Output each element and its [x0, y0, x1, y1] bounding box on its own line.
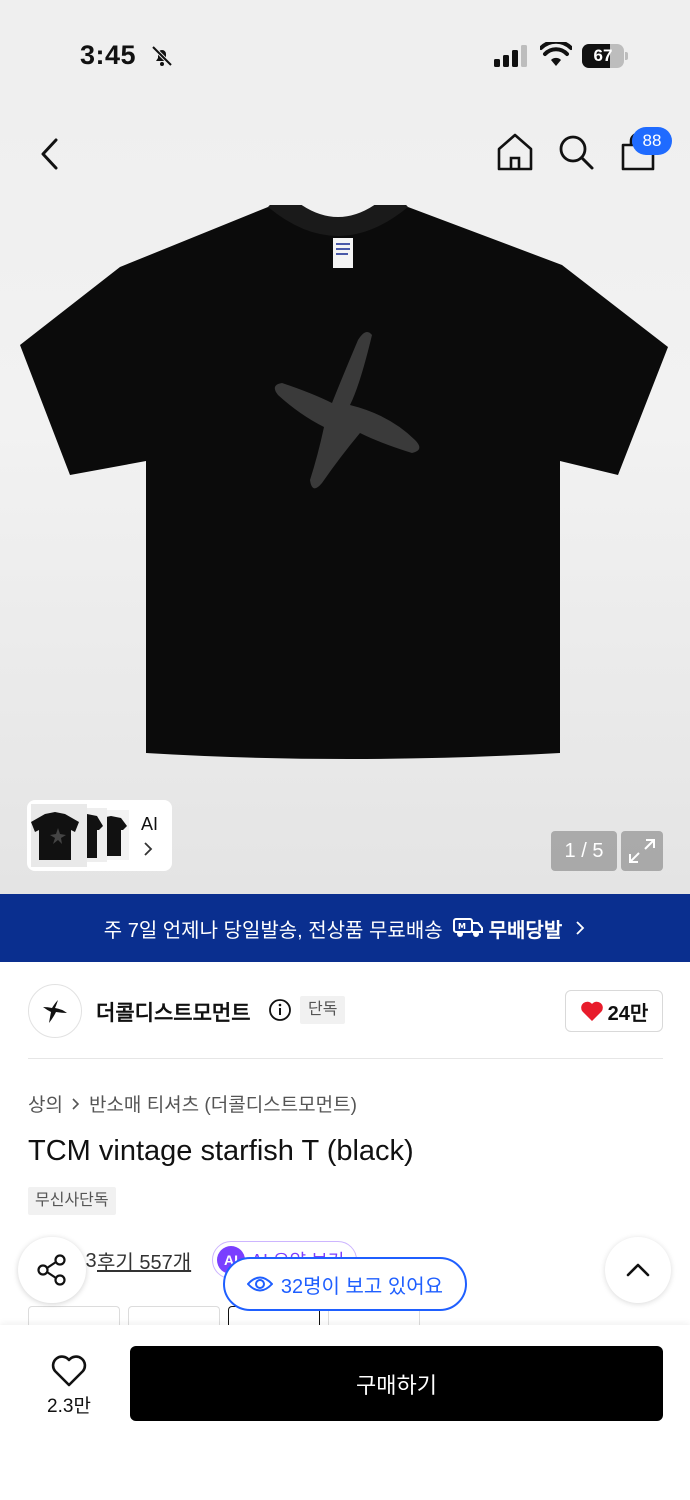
product-image[interactable]	[20, 205, 670, 760]
wishlist-button[interactable]: 2.3만	[30, 1347, 108, 1425]
thumbnail-images	[31, 804, 129, 867]
image-counter: 1 / 5	[551, 831, 617, 871]
exclusive-badge: 단독	[300, 996, 346, 1024]
expand-button[interactable]	[621, 831, 663, 871]
eye-icon	[246, 1276, 273, 1292]
cellular-signal-icon	[494, 45, 527, 67]
banner-service-name: 무배당발	[488, 919, 563, 942]
battery-indicator: 67	[582, 44, 628, 68]
buy-button[interactable]: 구매하기	[130, 1346, 663, 1421]
wishlist-count: 2.3만	[47, 1395, 91, 1417]
banner-service: M 무배당발	[452, 914, 563, 943]
store-badge: 무신사단독	[28, 1187, 116, 1215]
heart-outline-icon	[51, 1354, 87, 1386]
share-icon	[37, 1254, 66, 1286]
chevron-right-icon	[72, 1097, 80, 1110]
product-gallery[interactable]: 88 AI 1 / 5	[0, 110, 690, 894]
expand-icon	[629, 839, 655, 863]
breadcrumb: 상의 반소매 티셔츠 (더콜디스트모먼트)	[28, 1090, 357, 1117]
scroll-to-top-button[interactable]	[605, 1237, 671, 1303]
search-button[interactable]	[554, 130, 598, 174]
home-icon	[497, 133, 533, 171]
thumbnail-ai-label: AI	[141, 814, 159, 834]
starfish-logo-icon	[43, 1000, 67, 1023]
viewers-count-pill: 32명이 보고 있어요	[223, 1257, 467, 1311]
bell-muted-icon	[151, 45, 173, 67]
cart-count-badge: 88	[632, 127, 672, 155]
search-icon	[559, 135, 594, 170]
product-title: TCM vintage starfish T (black)	[28, 1135, 414, 1167]
status-time: 3:45	[80, 40, 137, 70]
status-bar: 3:45 67	[0, 0, 690, 110]
delivery-truck-icon: M	[452, 918, 483, 937]
bottom-action-bar: 2.3만 구매하기	[0, 1325, 690, 1500]
chevron-left-icon	[41, 138, 58, 170]
breadcrumb-category[interactable]: 상의	[28, 1090, 63, 1117]
back-button[interactable]	[28, 132, 72, 176]
svg-text:M: M	[458, 922, 466, 931]
banner-text: 주 7일 언제나 당일발송, 전상품 무료배송	[103, 919, 443, 942]
chevron-up-icon	[626, 1263, 650, 1277]
divider	[28, 1058, 663, 1059]
thumbnail-strip[interactable]: AI	[27, 800, 172, 871]
home-button[interactable]	[494, 130, 536, 174]
brand-name[interactable]: 더콜디스트모먼트	[96, 997, 251, 1027]
chevron-right-icon	[576, 921, 585, 935]
heart-filled-icon	[580, 1001, 603, 1021]
brand-logo[interactable]	[28, 984, 82, 1038]
brand-like-count: 24만	[607, 1002, 649, 1025]
battery-percent: 67	[593, 46, 613, 65]
brand-like-button[interactable]: 24만	[565, 990, 663, 1032]
breadcrumb-subcategory[interactable]: 반소매 티셔츠 (더콜디스트모먼트)	[89, 1090, 357, 1117]
review-count-link[interactable]: 후기 557개	[97, 1246, 191, 1275]
info-icon[interactable]	[268, 998, 292, 1022]
share-button[interactable]	[18, 1237, 86, 1303]
viewers-text: 32명이 보고 있어요	[280, 1275, 444, 1298]
wifi-icon	[540, 42, 572, 66]
shipping-banner[interactable]: 주 7일 언제나 당일발송, 전상품 무료배송 M 무배당발	[0, 894, 690, 962]
chevron-right-icon	[144, 842, 153, 856]
